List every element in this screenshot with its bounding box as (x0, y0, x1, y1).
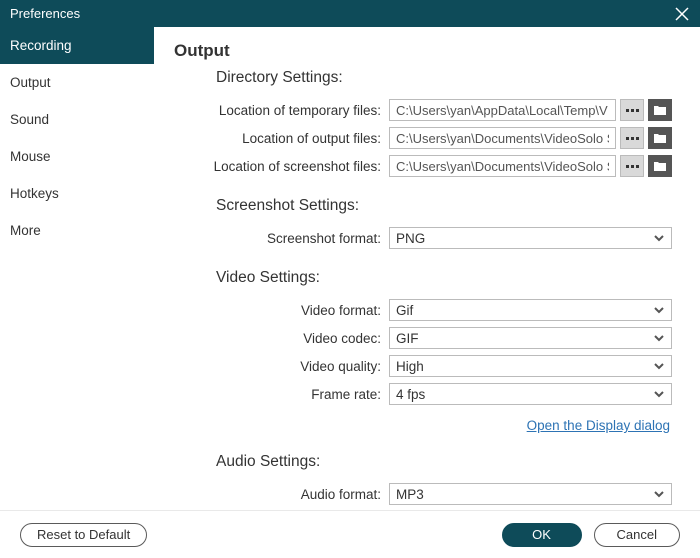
sidebar-item-label: Output (10, 75, 51, 90)
screenshot-format-label: Screenshot format: (174, 231, 389, 246)
sidebar-item-hotkeys[interactable]: Hotkeys (0, 175, 154, 212)
audio-format-value: MP3 (396, 487, 424, 502)
section-heading-audio: Audio Settings: (216, 453, 672, 471)
sidebar-item-label: More (10, 223, 41, 238)
frame-rate-label: Frame rate: (174, 387, 389, 402)
section-heading-video: Video Settings: (216, 269, 672, 287)
content-pane: Output Directory Settings: Location of t… (154, 27, 700, 510)
audio-format-label: Audio format: (174, 487, 389, 502)
output-files-input[interactable] (389, 127, 616, 149)
section-heading-screenshot: Screenshot Settings: (216, 197, 672, 215)
chevron-down-icon (653, 388, 665, 400)
sidebar-item-recording[interactable]: Recording (0, 27, 154, 64)
output-files-open-folder-button[interactable] (648, 127, 672, 149)
temp-files-label: Location of temporary files: (174, 103, 389, 118)
chevron-down-icon (653, 332, 665, 344)
sidebar-item-label: Mouse (10, 149, 51, 164)
close-icon[interactable] (674, 6, 690, 22)
screenshot-files-label: Location of screenshot files: (174, 159, 389, 174)
sidebar-item-label: Recording (10, 38, 72, 53)
frame-rate-select[interactable]: 4 fps (389, 383, 672, 405)
temp-files-browse-button[interactable] (620, 99, 644, 121)
screenshot-files-input[interactable] (389, 155, 616, 177)
video-format-label: Video format: (174, 303, 389, 318)
folder-icon (653, 160, 667, 172)
output-files-browse-button[interactable] (620, 127, 644, 149)
video-format-value: Gif (396, 303, 413, 318)
video-format-select[interactable]: Gif (389, 299, 672, 321)
titlebar: Preferences (0, 0, 700, 27)
sidebar-item-label: Sound (10, 112, 49, 127)
section-heading-directory: Directory Settings: (216, 69, 672, 87)
temp-files-input[interactable] (389, 99, 616, 121)
video-codec-select[interactable]: GIF (389, 327, 672, 349)
sidebar-item-sound[interactable]: Sound (0, 101, 154, 138)
screenshot-files-browse-button[interactable] (620, 155, 644, 177)
sidebar: Recording Output Sound Mouse Hotkeys Mor… (0, 27, 154, 510)
open-display-dialog-link[interactable]: Open the Display dialog (527, 418, 670, 433)
screenshot-format-value: PNG (396, 231, 425, 246)
output-files-label: Location of output files: (174, 131, 389, 146)
video-codec-label: Video codec: (174, 331, 389, 346)
frame-rate-value: 4 fps (396, 387, 425, 402)
ok-button[interactable]: OK (502, 523, 582, 547)
screenshot-files-open-folder-button[interactable] (648, 155, 672, 177)
video-quality-label: Video quality: (174, 359, 389, 374)
temp-files-open-folder-button[interactable] (648, 99, 672, 121)
sidebar-item-mouse[interactable]: Mouse (0, 138, 154, 175)
folder-icon (653, 104, 667, 116)
video-quality-select[interactable]: High (389, 355, 672, 377)
sidebar-item-output[interactable]: Output (0, 64, 154, 101)
reset-to-default-button[interactable]: Reset to Default (20, 523, 147, 547)
folder-icon (653, 132, 667, 144)
window-title: Preferences (10, 6, 80, 21)
chevron-down-icon (653, 488, 665, 500)
chevron-down-icon (653, 232, 665, 244)
sidebar-item-label: Hotkeys (10, 186, 59, 201)
screenshot-format-select[interactable]: PNG (389, 227, 672, 249)
cancel-button[interactable]: Cancel (594, 523, 680, 547)
chevron-down-icon (653, 304, 665, 316)
page-title: Output (174, 41, 672, 61)
video-quality-value: High (396, 359, 424, 374)
audio-format-select[interactable]: MP3 (389, 483, 672, 505)
chevron-down-icon (653, 360, 665, 372)
video-codec-value: GIF (396, 331, 419, 346)
sidebar-item-more[interactable]: More (0, 212, 154, 249)
footer: Reset to Default OK Cancel (0, 510, 700, 558)
